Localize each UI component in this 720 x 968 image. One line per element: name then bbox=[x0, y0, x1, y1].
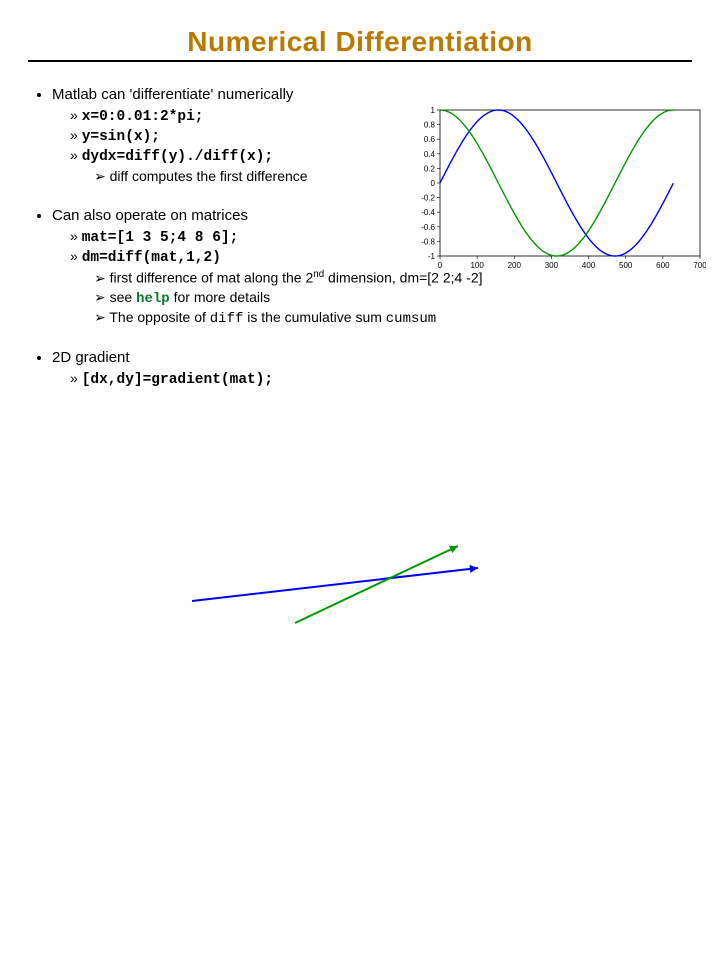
section-1: Matlab can 'differentiate' numerically x… bbox=[28, 86, 692, 185]
section-2-heading: Can also operate on matrices bbox=[52, 207, 248, 224]
note: see help for more details bbox=[94, 289, 692, 307]
svg-text:700: 700 bbox=[693, 261, 706, 270]
note: diff computes the first difference bbox=[94, 168, 692, 185]
callout-arrows bbox=[0, 428, 720, 968]
code-line: [dx,dy]=gradient(mat); bbox=[70, 370, 692, 388]
slide-title: Numerical Differentiation bbox=[28, 26, 692, 58]
title-rule bbox=[28, 60, 692, 62]
note: first difference of mat along the 2nd di… bbox=[94, 269, 692, 287]
note: The opposite of diff is the cumulative s… bbox=[94, 309, 692, 327]
section-1-heading: Matlab can 'differentiate' numerically bbox=[52, 86, 293, 103]
code-line: mat=[1 3 5;4 8 6]; bbox=[70, 228, 692, 246]
code-line: y=sin(x); bbox=[70, 127, 692, 145]
section-3: 2D gradient [dx,dy]=gradient(mat); bbox=[28, 349, 692, 388]
code-line: x=0:0.01:2*pi; bbox=[70, 107, 692, 125]
content-column: Matlab can 'differentiate' numerically x… bbox=[28, 86, 692, 388]
section-2: Can also operate on matrices mat=[1 3 5;… bbox=[28, 207, 692, 327]
code-line: dm=diff(mat,1,2) bbox=[70, 248, 692, 266]
code-line: dydx=diff(y)./diff(x); bbox=[70, 147, 692, 165]
section-3-heading: 2D gradient bbox=[52, 349, 130, 366]
